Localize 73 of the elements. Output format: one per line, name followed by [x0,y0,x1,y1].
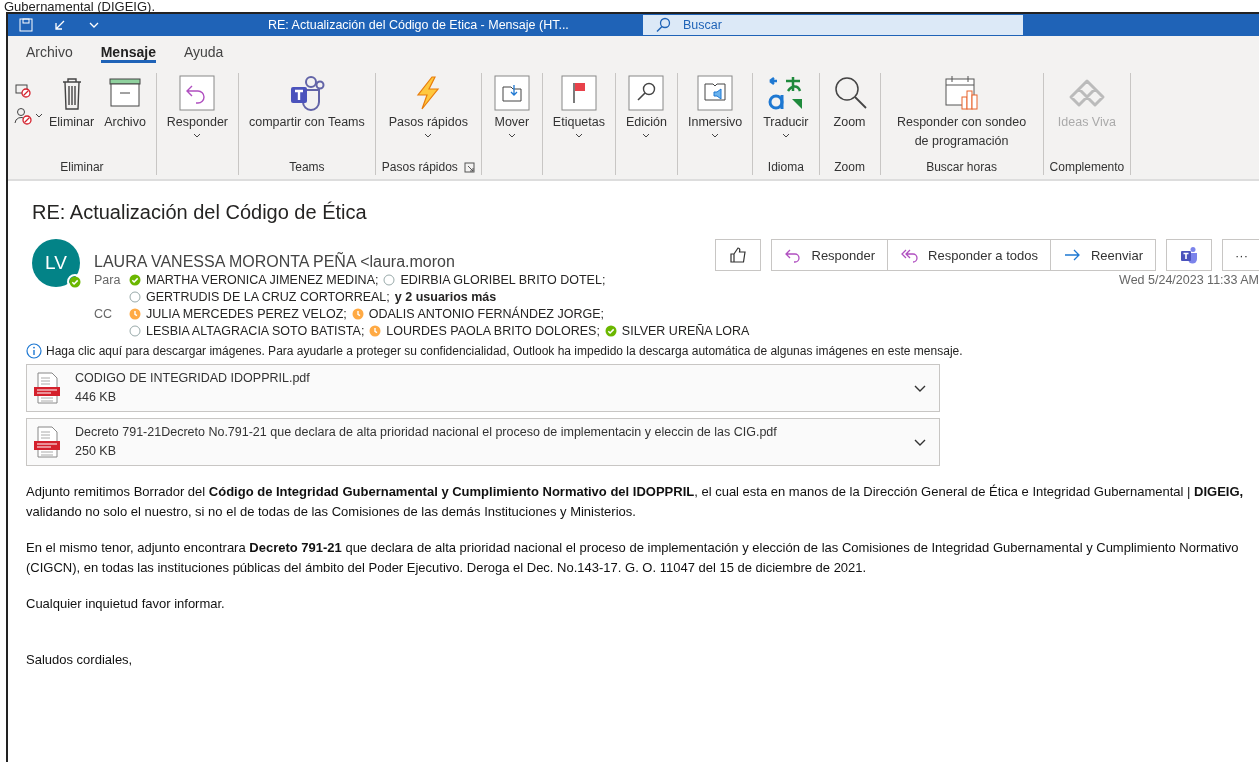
recipient-name[interactable]: LOURDES PAOLA BRITO DOLORES; [386,323,600,338]
ribbon-button[interactable]: Traducir [759,73,813,159]
ribbon-button[interactable]: Inmersivo [683,73,747,159]
ribbon-button[interactable]: Mover [487,73,536,159]
ribbon-button[interactable]: Edición [621,73,671,159]
attachment[interactable]: CODIGO DE INTEGRIDAD IDOPPRIL.pdf 446 KB [26,364,940,412]
avatar: LV [32,239,80,287]
ribbon-button[interactable]: Pasos rápidos [384,73,472,159]
reply-icon [177,73,218,113]
search-icon [655,17,671,33]
group-label: Buscar horas [926,160,997,174]
attachment-name: CODIGO DE INTEGRIDAD IDOPPRIL.pdf [75,370,311,387]
book-speaker-icon [695,73,736,113]
recipient-name[interactable]: MARTHA VERONICA JIMENEZ MEDINA; [146,272,379,287]
mail-block-icon [14,81,32,99]
more-recipients-link[interactable]: y 2 usuarios más [394,289,497,304]
attachment-size: 446 KB [75,389,117,406]
ribbon-button[interactable]: Zoom [825,73,874,159]
thumbs-up-icon [727,245,748,265]
window-title: RE: Actualización del Código de Etica - Mensaje (HT... [268,18,570,32]
group-label: Pasos rápidos [381,160,458,174]
info-bar-text[interactable]: Haga clic aquí para descargar imágenes. Para ayudarle a proteger su confidencialidad, Outlook ha impedido la descarga automática de algunas imágenes en este mensaje. [46,344,963,358]
caption-text: Gubernamental (DIGEIG). [3,0,156,12]
reply-all-button[interactable]: Responder a todos [888,239,1051,271]
caret-icon [35,112,43,120]
group-label: Zoom [834,160,865,174]
info-icon [26,343,42,359]
search-icon [626,73,667,113]
body-paragraph: En el mismo tenor, adjunto encontrara Decreto 791-21 que declara de alta prioridad nacional el proceso de implementación y elección de las Comisiones de Integridad Gubernamental y Cumplimiento Normativo (CIGCN), en todas las instituciones públicas del ámbito del Poder Ejecutivo. Deroga el Dec. No.143-17. G. O. 11047 del 15 de diciembre de 2021. [26,539,1240,577]
recipient-label: CC [94,306,114,321]
group-label: Idioma [767,160,804,174]
recipient-label: Para [94,272,122,287]
body-paragraph: Adjunto remitimos Borrador del Código de Integridad Gubernamental y Cumplimiento Normativo del IDOPPRIL, el cual esta en manos de la Dirección General de Ética e Integridad Gubernamental | DIGEIG, validando no solo el nuestro, si no el de todas de las Comisiones de las demás Instituciones y Ministerios. [26,483,1245,521]
recipient-name[interactable]: GERTRUDIS DE LA CRUZ CORTORREAL; [146,289,390,304]
ribbon-button[interactable]: Etiquetas [548,73,609,159]
forward-button[interactable]: Reenviar [1050,239,1156,271]
recipient-name[interactable]: EDIRBIA GLORIBEL BRITO DOTEL; [400,272,606,287]
ribbon-tab[interactable]: Archivo [26,44,73,63]
group-label: Teams [289,160,325,174]
attachment-size: 250 KB [75,443,117,460]
launcher-icon[interactable] [463,161,475,173]
ribbon-button[interactable]: Eliminar [45,73,99,159]
pdf-file-icon [33,372,63,404]
search-field[interactable]: Buscar [643,15,1023,35]
recipient-name[interactable]: SILVER UREÑA LORA [621,323,750,338]
block-sender-button[interactable] [14,107,43,125]
pdf-file-icon [33,426,63,458]
group-label: Eliminar [60,160,104,174]
ribbon-button[interactable]: Responder [162,73,232,159]
group-label: Complemento [1049,160,1125,174]
sender-name: LAURA VANESSA MORONTA PEÑA <laura.moron [94,253,455,271]
ribbon-button[interactable]: Responder con sondeo de programación [886,73,1037,159]
body-paragraph: Saludos cordiales, [26,651,134,669]
sent-date: Wed 5/24/2023 11:33 AM [1119,272,1259,287]
email-subject: RE: Actualización del Código de Ética [32,201,368,225]
ribbon-tab[interactable]: Ayuda [183,44,224,63]
recipient-name[interactable]: JULIA MERCEDES PEREZ VELOZ; [146,306,347,321]
flag-icon [558,73,599,113]
attachment-name: Decreto 791-21Decreto No.791-21 que declara de alta prioridad nacional el proceso de implementacin y eleccin de las CIG.pdf [75,424,778,441]
attachment[interactable]: Decreto 791-21Decreto No.791-21 que declara de alta prioridad nacional el proceso de implementacin y eleccin de las CIG.pdf 250 KB [26,418,940,466]
recipient-name[interactable]: LESBIA ALTAGRACIA SOTO BATISTA; [146,323,365,338]
move-icon [491,73,532,113]
ribbon-button[interactable]: compartir con Teams [245,73,369,159]
teams-button[interactable] [1166,239,1212,271]
like-button[interactable] [714,239,761,271]
teams-icon [1179,245,1199,265]
save-icon [18,17,34,33]
ribbon-button[interactable]: Archivo [100,73,150,159]
body-paragraph: Cualquier inquietud favor informar. [26,595,226,613]
recipient-name[interactable]: ODALIS ANTONIO FERNÁNDEZ JORGE; [368,306,604,321]
reply-button[interactable]: Responder [770,239,889,271]
more-button[interactable]: ··· [1222,239,1259,271]
person-block-icon [14,107,32,125]
